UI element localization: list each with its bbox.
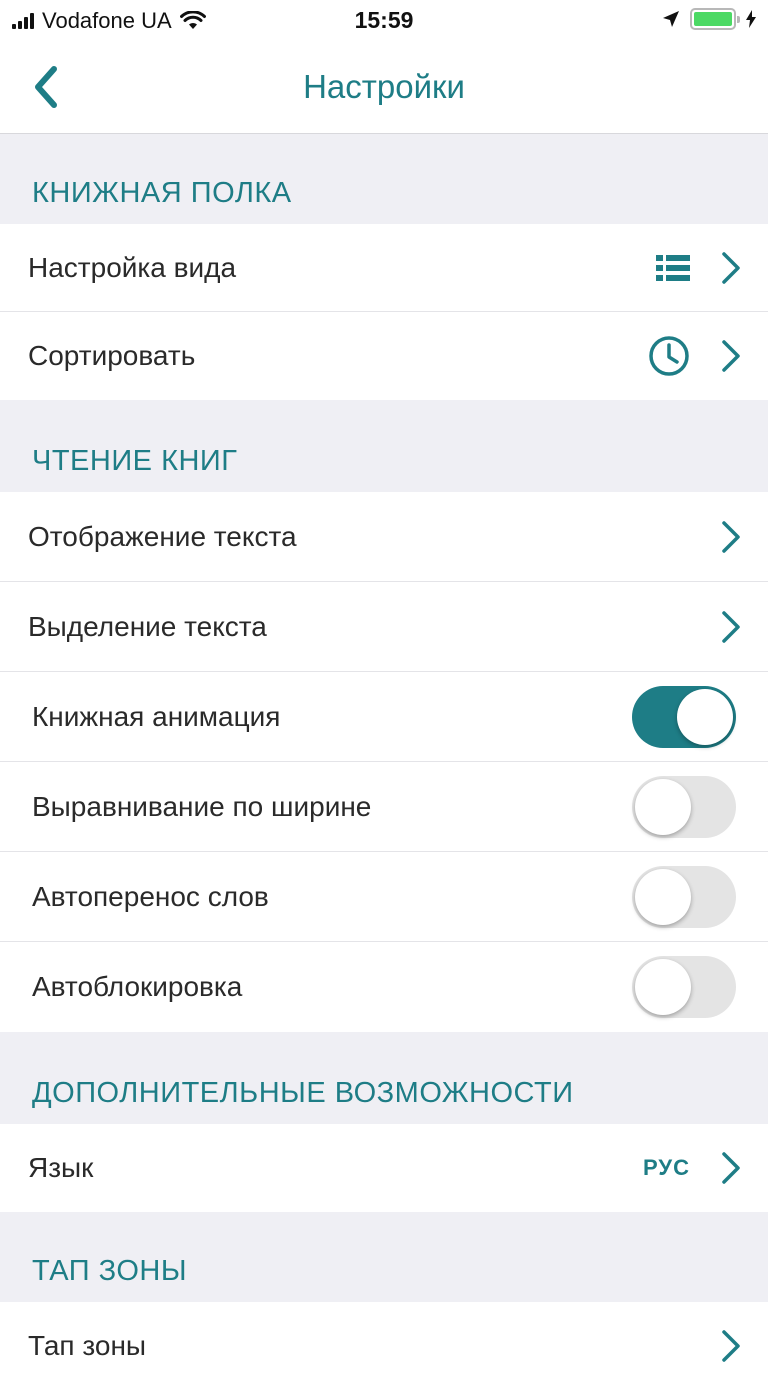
- row-book-animation: Книжная анимация: [0, 672, 768, 762]
- list-icon: [656, 254, 690, 281]
- page-title: Настройки: [303, 68, 465, 105]
- row-label: Автоблокировка: [32, 971, 243, 1002]
- navigation-bar: Настройки: [0, 42, 768, 134]
- battery-icon: [690, 8, 740, 30]
- section-header-bookshelf: КНИЖНАЯ ПОЛКА: [0, 134, 768, 224]
- row-label: Сортировать: [28, 340, 196, 371]
- book-animation-toggle[interactable]: [632, 685, 736, 748]
- row-label: Выравнивание по ширине: [32, 790, 372, 822]
- row-sort[interactable]: Сортировать: [0, 312, 768, 400]
- toggle-knob: [677, 688, 733, 745]
- row-label: Язык: [28, 1152, 94, 1183]
- language-value: РУС: [643, 1155, 690, 1180]
- status-right: [662, 8, 756, 30]
- row-label: Автоперенос слов: [32, 880, 269, 912]
- row-text-selection[interactable]: Выделение текста: [0, 582, 768, 672]
- row-label: Настройка вида: [28, 251, 237, 283]
- chevron-right-icon: [722, 520, 740, 553]
- justify-toggle[interactable]: [632, 775, 736, 838]
- toggle-knob: [635, 778, 691, 835]
- location-arrow-icon: [663, 11, 679, 27]
- autolock-toggle[interactable]: [632, 956, 736, 1018]
- section-header-label: ТАП ЗОНЫ: [32, 1255, 188, 1287]
- chevron-right-icon: [722, 1330, 740, 1362]
- chevron-right-icon: [722, 1152, 740, 1184]
- clock-icon: [649, 336, 689, 376]
- row-autolock: Автоблокировка: [0, 942, 768, 1032]
- row-language[interactable]: Язык РУС: [0, 1124, 768, 1212]
- row-label: Книжная анимация: [32, 700, 281, 732]
- status-bar: Vodafone UA 15:59: [0, 0, 768, 42]
- status-time: 15:59: [354, 7, 414, 33]
- row-text-display[interactable]: Отображение текста: [0, 492, 768, 582]
- section-header-label: КНИЖНАЯ ПОЛКА: [32, 177, 292, 209]
- chevron-right-icon: [722, 251, 740, 284]
- row-label: Отображение текста: [28, 520, 297, 552]
- row-justify: Выравнивание по ширине: [0, 762, 768, 852]
- section-header-label: ДОПОЛНИТЕЛЬНЫЕ ВОЗМОЖНОСТИ: [32, 1077, 574, 1109]
- battery-fill: [694, 12, 732, 26]
- row-view-settings[interactable]: Настройка вида: [0, 224, 768, 312]
- chevron-right-icon: [722, 340, 740, 372]
- row-label: Выделение текста: [28, 610, 267, 642]
- row-hyphenation: Автоперенос слов: [0, 852, 768, 942]
- section-header-reading: ЧТЕНИЕ КНИГ: [0, 400, 768, 492]
- charging-bolt-icon: [746, 10, 756, 28]
- chevron-right-icon: [722, 610, 740, 643]
- section-header-label: ЧТЕНИЕ КНИГ: [32, 445, 238, 477]
- toggle-knob: [635, 868, 691, 925]
- section-header-tap-zones: ТАП ЗОНЫ: [0, 1212, 768, 1302]
- row-label: Тап зоны: [28, 1330, 147, 1361]
- hyphenation-toggle[interactable]: [632, 865, 736, 928]
- toggle-knob: [635, 959, 691, 1015]
- row-tap-zones[interactable]: Тап зоны: [0, 1302, 768, 1390]
- section-header-extra: ДОПОЛНИТЕЛЬНЫЕ ВОЗМОЖНОСТИ: [0, 1032, 768, 1124]
